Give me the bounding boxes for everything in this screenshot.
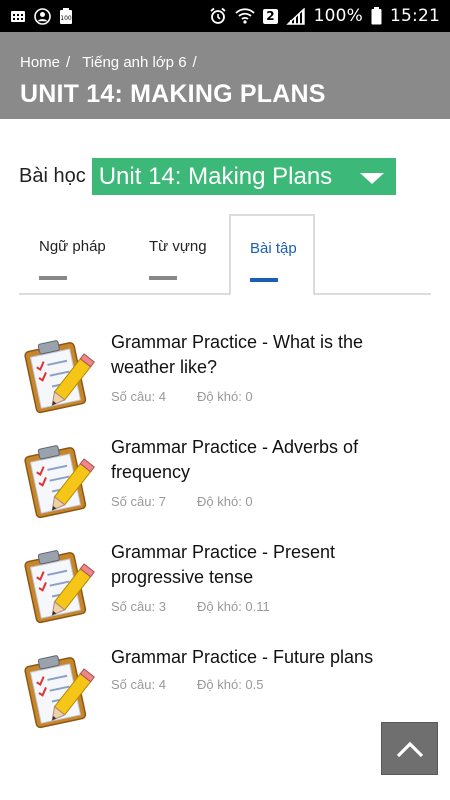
tab-indicator-active (250, 278, 278, 282)
exercise-title: Grammar Practice - Present progressive t… (111, 542, 336, 587)
scroll-top-button[interactable] (381, 722, 438, 775)
clipboard-pencil-icon (24, 340, 95, 414)
tab-indicator (149, 276, 177, 280)
breadcrumb-separator: / (192, 53, 197, 71)
exercise-list: Grammar Practice - What is the weather l… (0, 322, 450, 742)
tab-indicator (39, 276, 67, 280)
lesson-dropdown[interactable]: Unit 14: Making Plans (91, 158, 396, 195)
tab-vocabulary[interactable]: Từ vựng (149, 214, 239, 295)
lesson-dropdown-value: Unit 14: Making Plans (98, 162, 333, 190)
breadcrumb-home-link[interactable]: Home (20, 54, 60, 71)
status-bar-left: 100 (10, 7, 73, 25)
signal-icon (285, 7, 306, 25)
battery-icon (371, 7, 382, 25)
difficulty: Độ khó: 0.5 (197, 677, 264, 692)
breadcrumb-separator: / (66, 53, 71, 71)
difficulty: Độ khó: 0 (197, 494, 253, 509)
list-item[interactable]: Grammar Practice - Present progressive t… (0, 532, 450, 637)
clipboard-pencil-icon (24, 550, 95, 624)
page-header: Home / Tiếng anh lớp 6 / UNIT 14: MAKING… (0, 32, 450, 119)
exercise-meta: Số câu: 4 Độ khó: 0 (111, 389, 253, 404)
tab-exercises-label: Bài tập (250, 240, 297, 257)
exercise-title: Grammar Practice - Future plans (111, 647, 374, 667)
breadcrumb: Home / Tiếng anh lớp 6 / (20, 52, 430, 72)
battery-saver-icon: 100 (59, 7, 73, 25)
clock: 15:21 (390, 6, 440, 26)
tab-bar: Ngữ pháp Từ vựng Bài tập (19, 214, 431, 296)
page-title: UNIT 14: MAKING PLANS (20, 80, 326, 108)
tab-grammar-label: Ngữ pháp (39, 238, 106, 255)
lesson-label: Bài học (19, 165, 86, 187)
exercise-title: Grammar Practice - Adverbs of frequency (111, 437, 359, 482)
difficulty: Độ khó: 0.11 (197, 599, 270, 614)
question-count: Số câu: 4 (111, 677, 166, 692)
app-grid-icon (10, 7, 26, 25)
list-item[interactable]: Grammar Practice - What is the weather l… (0, 322, 450, 427)
clipboard-pencil-icon (24, 445, 95, 519)
tab-exercises[interactable]: Bài tập (229, 214, 315, 296)
status-bar-right: 2 100% 15:21 (209, 6, 440, 26)
chevron-up-icon (396, 741, 423, 757)
battery-percent: 100% (313, 6, 363, 26)
clipboard-pencil-icon (24, 655, 95, 729)
svg-text:100: 100 (60, 15, 72, 22)
list-item[interactable]: Grammar Practice - Adverbs of frequency … (0, 427, 450, 532)
exercise-meta: Số câu: 4 Độ khó: 0.5 (111, 677, 264, 692)
wifi-icon (235, 7, 255, 25)
exercise-meta: Số câu: 3 Độ khó: 0.11 (111, 599, 270, 614)
account-circle-icon (34, 7, 51, 25)
sim2-icon: 2 (263, 8, 278, 24)
exercise-meta: Số câu: 7 Độ khó: 0 (111, 494, 253, 509)
lesson-selector-row: Bài học Unit 14: Making Plans (19, 158, 396, 195)
exercise-title: Grammar Practice - What is the weather l… (111, 332, 364, 377)
question-count: Số câu: 7 (111, 494, 166, 509)
caret-down-icon (359, 173, 384, 184)
status-bar: 100 2 100% 15:21 (0, 0, 450, 32)
alarm-icon (209, 7, 227, 25)
tab-vocabulary-label: Từ vựng (149, 238, 207, 255)
question-count: Số câu: 3 (111, 599, 166, 614)
breadcrumb-section-link[interactable]: Tiếng anh lớp 6 (82, 54, 186, 71)
tab-grammar[interactable]: Ngữ pháp (39, 214, 139, 295)
difficulty: Độ khó: 0 (197, 389, 253, 404)
question-count: Số câu: 4 (111, 389, 166, 404)
